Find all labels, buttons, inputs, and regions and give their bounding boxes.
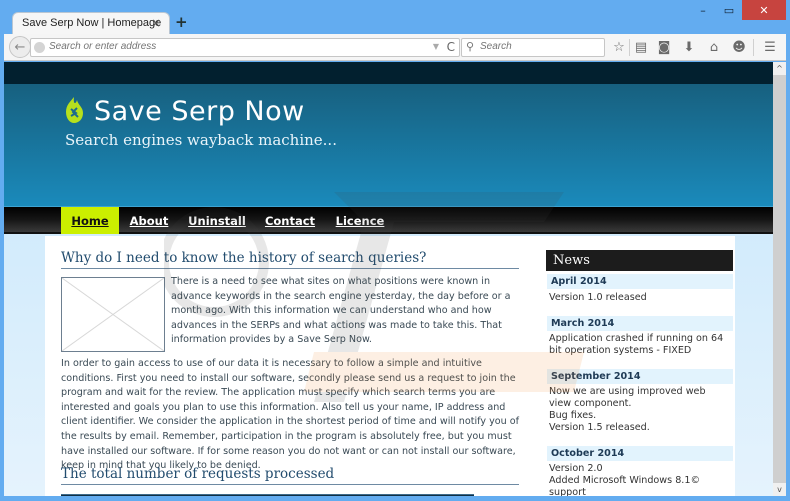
section-heading-history: Why do I need to know the history of sea… (61, 250, 519, 269)
news-date: September 2014 (547, 369, 733, 384)
nav-licence[interactable]: Licence (335, 207, 385, 234)
downloads-icon[interactable]: ⬇ (680, 38, 698, 56)
news-heading: News (546, 250, 733, 271)
nav-contact[interactable]: Contact (264, 207, 316, 234)
toolbar-separator (753, 39, 754, 56)
nav-uninstall[interactable]: Uninstall (187, 207, 247, 234)
scroll-up-icon[interactable]: ^ (773, 62, 786, 75)
body-paragraph: In order to gain access to use of our da… (61, 358, 520, 472)
browser-window: Save Serp Now | Homepage × + – ▭ ✕ ← ▼ C… (0, 0, 790, 501)
globe-icon (34, 42, 45, 53)
address-input[interactable] (49, 41, 429, 52)
vertical-scrollbar[interactable]: ^ v (773, 62, 786, 496)
news-text: Application crashed if running on 64 bit… (549, 333, 724, 356)
menu-icon[interactable]: ☰ (761, 38, 779, 56)
nav-about[interactable]: About (124, 207, 174, 234)
history-dropdown-icon[interactable]: ▼ (433, 42, 439, 51)
bookmark-star-icon[interactable]: ☆ (610, 38, 628, 56)
tab-bar: Save Serp Now | Homepage × + – ▭ ✕ (0, 0, 790, 35)
back-button[interactable]: ← (9, 36, 31, 58)
news-date: October 2014 (547, 446, 733, 461)
site-header: Save Serp Now Search engines wayback mac… (4, 84, 773, 207)
main-content: Why do I need to know the history of sea… (45, 236, 735, 496)
nav-home[interactable]: Home (61, 207, 119, 234)
navigation-toolbar: ← ▼ C ⚲ ☆ ▤ ◙ ⬇ ⌂ ☻ ☰ (4, 34, 786, 61)
scroll-down-icon[interactable]: v (773, 483, 786, 496)
news-text: Version 2.0 (549, 463, 603, 474)
flame-logo-icon (66, 97, 83, 123)
page-viewport: Save Serp Now Search engines wayback mac… (4, 62, 773, 496)
maximize-button[interactable]: ▭ (716, 0, 742, 20)
address-bar[interactable]: ▼ C (30, 38, 460, 57)
search-icon: ⚲ (466, 40, 475, 53)
site-title: Save Serp Now (94, 96, 305, 127)
news-text: Version 1.0 released (549, 292, 647, 303)
news-text: Now we are using improved web view compo… (549, 386, 706, 409)
home-icon[interactable]: ⌂ (705, 38, 723, 56)
news-text: Added Microsoft Windows 8.1© support (549, 475, 701, 496)
requests-table (61, 494, 474, 496)
tab-homepage[interactable]: Save Serp Now | Homepage × (12, 12, 170, 35)
chat-icon[interactable]: ☻ (730, 38, 748, 56)
reading-list-icon[interactable]: ▤ (632, 38, 650, 56)
close-window-button[interactable]: ✕ (742, 0, 786, 20)
top-strip (4, 62, 773, 84)
intro-paragraph: There is a need to see what sites on wha… (171, 276, 511, 346)
news-text: Bug fixes. (549, 410, 597, 421)
section-heading-requests: The total number of requests processed (61, 466, 519, 485)
news-text: Version 1.5 released. (549, 422, 650, 433)
window-controls: – ▭ ✕ (690, 0, 786, 22)
image-placeholder (61, 277, 165, 352)
news-date: April 2014 (547, 274, 733, 289)
news-date: March 2014 (547, 316, 733, 331)
search-input[interactable] (480, 41, 600, 52)
reload-icon[interactable]: C (447, 40, 455, 54)
pocket-icon[interactable]: ◙ (655, 38, 673, 56)
main-nav: Home About Uninstall Contact Licence (4, 207, 773, 234)
site-tagline: Search engines wayback machine... (65, 131, 337, 149)
toolbar-separator (629, 39, 630, 56)
close-tab-icon[interactable]: × (151, 16, 161, 30)
minimize-button[interactable]: – (690, 0, 716, 20)
new-tab-button[interactable]: + (175, 13, 188, 31)
tab-title: Save Serp Now | Homepage (22, 17, 162, 29)
search-bar[interactable]: ⚲ (461, 38, 605, 57)
